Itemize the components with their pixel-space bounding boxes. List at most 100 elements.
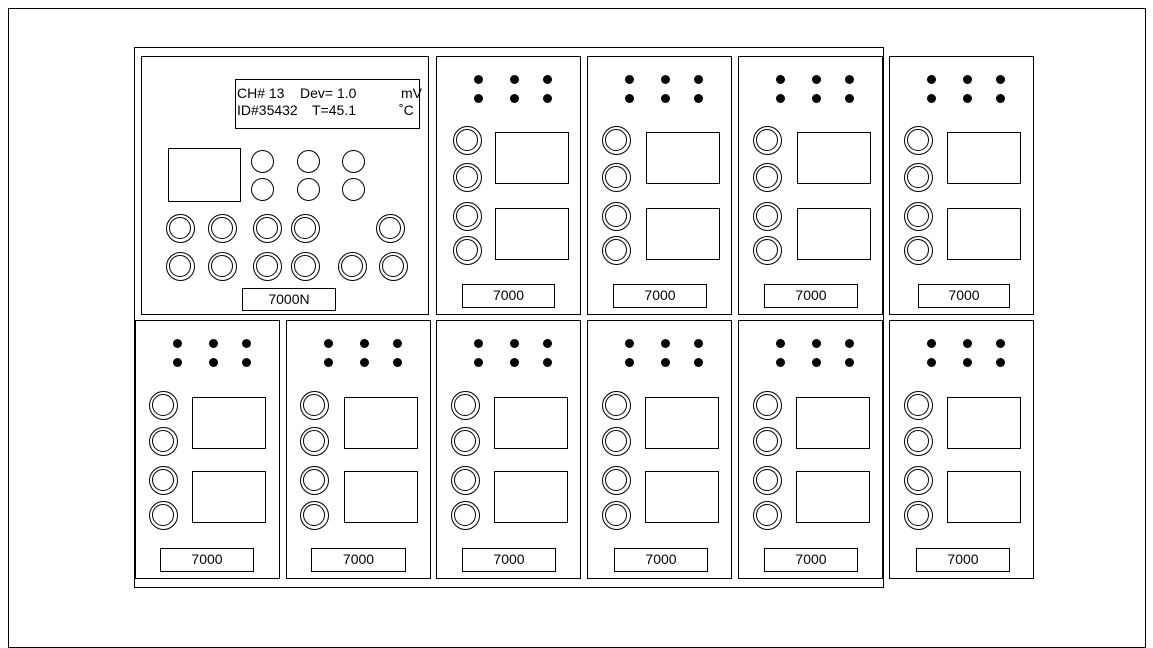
- module-label: 7000: [462, 548, 556, 572]
- status-led: [996, 94, 1005, 103]
- module-7000-bottom-1: 7000: [135, 320, 280, 579]
- control-knob[interactable]: [338, 252, 367, 281]
- control-knob[interactable]: [602, 391, 631, 420]
- control-knob[interactable]: [253, 252, 282, 281]
- module-screen-upper: [192, 397, 266, 449]
- module-screen-lower: [495, 208, 569, 260]
- status-led: [694, 339, 703, 348]
- control-knob[interactable]: [149, 391, 178, 420]
- control-knob[interactable]: [753, 466, 782, 495]
- module-screen-lower: [344, 471, 418, 523]
- indicator-ring[interactable]: [342, 150, 365, 173]
- control-knob[interactable]: [602, 501, 631, 530]
- control-knob[interactable]: [451, 466, 480, 495]
- control-knob[interactable]: [166, 214, 195, 243]
- control-knob[interactable]: [453, 126, 482, 155]
- status-led: [845, 94, 854, 103]
- indicator-ring[interactable]: [297, 178, 320, 201]
- control-knob[interactable]: [602, 163, 631, 192]
- control-knob[interactable]: [753, 501, 782, 530]
- status-led: [694, 358, 703, 367]
- status-led: [927, 358, 936, 367]
- control-knob[interactable]: [376, 214, 405, 243]
- control-knob[interactable]: [753, 202, 782, 231]
- status-led: [474, 358, 483, 367]
- control-knob[interactable]: [208, 214, 237, 243]
- module-label: 7000: [916, 548, 1010, 572]
- control-knob[interactable]: [253, 214, 282, 243]
- module-screen-lower: [796, 471, 870, 523]
- control-knob[interactable]: [300, 501, 329, 530]
- module-7000-bottom-4: 7000: [587, 320, 732, 579]
- control-knob[interactable]: [149, 501, 178, 530]
- lcd-deviation: Dev= 1.0: [300, 85, 357, 101]
- control-knob[interactable]: [753, 126, 782, 155]
- control-knob[interactable]: [602, 236, 631, 265]
- status-led: [360, 339, 369, 348]
- control-knob[interactable]: [149, 466, 178, 495]
- status-led: [209, 339, 218, 348]
- indicator-ring[interactable]: [251, 178, 274, 201]
- control-knob[interactable]: [753, 163, 782, 192]
- control-knob[interactable]: [453, 163, 482, 192]
- indicator-ring[interactable]: [342, 178, 365, 201]
- control-knob[interactable]: [904, 236, 933, 265]
- indicator-ring[interactable]: [251, 150, 274, 173]
- status-led: [661, 339, 670, 348]
- status-led: [625, 75, 634, 84]
- status-led: [927, 94, 936, 103]
- control-knob[interactable]: [300, 466, 329, 495]
- control-knob[interactable]: [602, 202, 631, 231]
- module-screen-lower: [645, 471, 719, 523]
- control-knob[interactable]: [291, 214, 320, 243]
- control-knob[interactable]: [208, 252, 237, 281]
- control-knob[interactable]: [904, 501, 933, 530]
- control-knob[interactable]: [453, 202, 482, 231]
- control-knob[interactable]: [602, 126, 631, 155]
- status-led: [360, 358, 369, 367]
- status-led: [242, 358, 251, 367]
- status-led: [543, 94, 552, 103]
- module-screen-upper: [645, 397, 719, 449]
- control-knob[interactable]: [904, 427, 933, 456]
- status-led: [996, 358, 1005, 367]
- control-knob[interactable]: [753, 236, 782, 265]
- control-knob[interactable]: [451, 501, 480, 530]
- control-knob[interactable]: [451, 391, 480, 420]
- status-led: [776, 339, 785, 348]
- status-led: [625, 94, 634, 103]
- control-knob[interactable]: [602, 466, 631, 495]
- control-knob[interactable]: [291, 252, 320, 281]
- control-knob[interactable]: [453, 236, 482, 265]
- control-knob[interactable]: [379, 252, 408, 281]
- module-screen-lower: [947, 471, 1021, 523]
- control-knob[interactable]: [904, 126, 933, 155]
- control-knob[interactable]: [166, 252, 195, 281]
- control-knob[interactable]: [904, 466, 933, 495]
- control-knob[interactable]: [300, 391, 329, 420]
- lcd-channel: CH# 13: [237, 85, 285, 101]
- module-screen-upper: [494, 397, 568, 449]
- control-knob[interactable]: [753, 427, 782, 456]
- status-led: [474, 94, 483, 103]
- control-knob[interactable]: [300, 427, 329, 456]
- status-led: [393, 339, 402, 348]
- control-knob[interactable]: [904, 202, 933, 231]
- indicator-ring[interactable]: [297, 150, 320, 173]
- module-7000-bottom-2: 7000: [286, 320, 431, 579]
- module-7000-bottom-5: 7000: [738, 320, 883, 579]
- control-knob[interactable]: [451, 427, 480, 456]
- control-knob[interactable]: [602, 427, 631, 456]
- control-knob[interactable]: [904, 163, 933, 192]
- module-label: 7000: [311, 548, 406, 572]
- status-led: [510, 339, 519, 348]
- control-knob[interactable]: [753, 391, 782, 420]
- module-screen-upper: [797, 132, 871, 184]
- status-led: [927, 75, 936, 84]
- control-knob[interactable]: [904, 391, 933, 420]
- status-led: [996, 75, 1005, 84]
- status-led: [510, 94, 519, 103]
- status-led: [543, 339, 552, 348]
- module-screen-upper: [947, 132, 1021, 184]
- control-knob[interactable]: [149, 427, 178, 456]
